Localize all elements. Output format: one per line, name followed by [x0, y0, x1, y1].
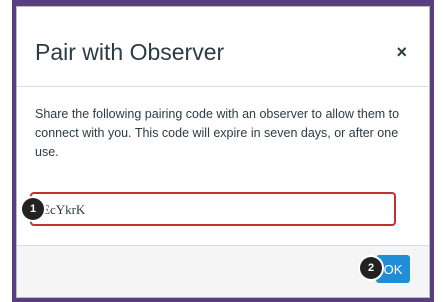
dialog-description: Share the following pairing code with an…	[35, 107, 400, 159]
step-1-badge: 1	[22, 198, 44, 220]
step-2-badge: 2	[360, 257, 382, 279]
pairing-code-value[interactable]: EcYkrK	[42, 202, 85, 218]
pair-with-observer-dialog: Pair with Observer × Share the following…	[16, 6, 430, 298]
close-icon[interactable]: ×	[396, 43, 407, 61]
pairing-code-field[interactable]: EcYkrK	[30, 192, 396, 226]
dialog-title: Pair with Observer	[35, 39, 225, 65]
dialog-header: Pair with Observer ×	[17, 7, 429, 87]
